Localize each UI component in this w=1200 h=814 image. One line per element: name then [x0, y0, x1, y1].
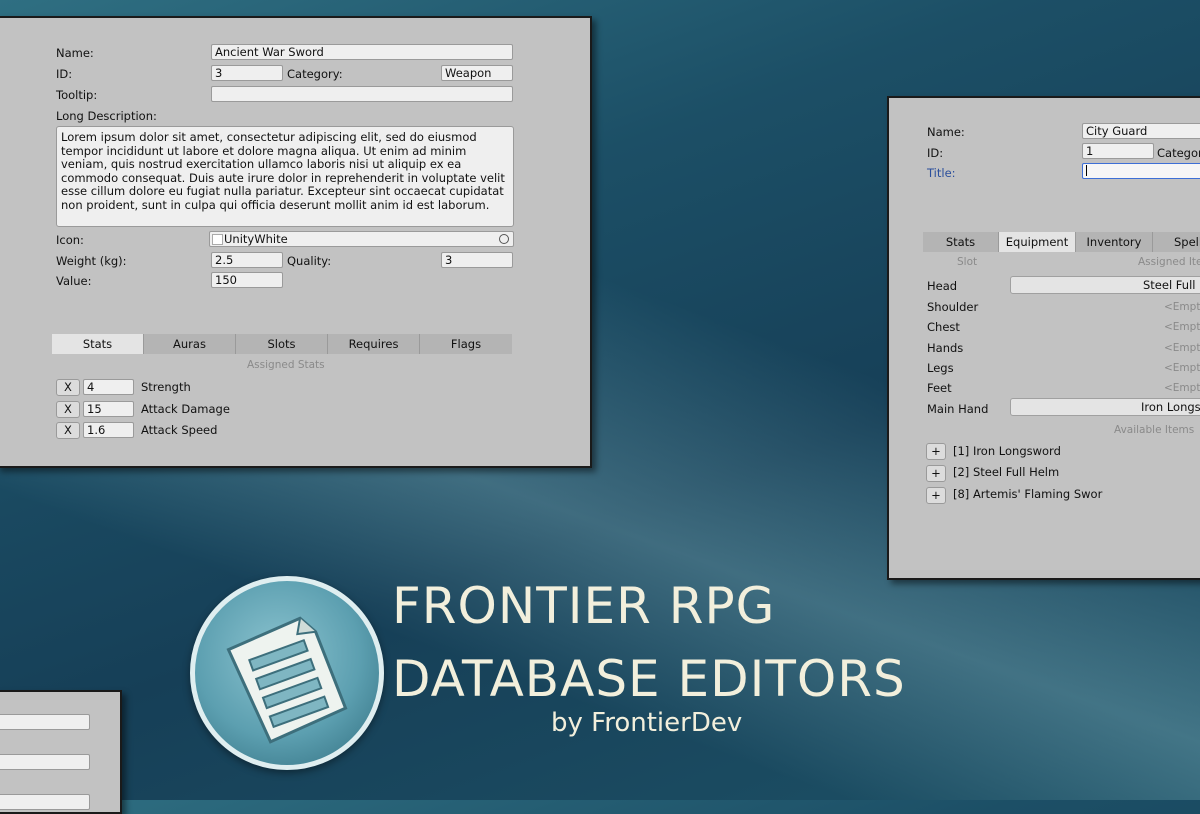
slot-header: Slot	[957, 256, 978, 268]
add-item-button[interactable]: +	[926, 487, 946, 504]
remove-stat-button[interactable]: X	[56, 422, 80, 439]
title-line-2: DATABASE EDITORS	[392, 650, 906, 708]
npc-tab-bar: Stats Equipment Inventory Spell	[923, 232, 1200, 252]
name-label: Name:	[56, 46, 94, 60]
tab-flags[interactable]: Flags	[420, 334, 512, 354]
empty-slot-value: <Empty	[1164, 382, 1200, 394]
assigned-stats-header: Assigned Stats	[247, 359, 325, 371]
add-item-button[interactable]: +	[926, 465, 946, 482]
npc-editor-panel: Name: City Guard ID: 1 Categor Title: St…	[887, 96, 1200, 580]
equipped-item-button[interactable]: Steel Full	[1010, 276, 1200, 294]
unity-logo-icon	[212, 234, 223, 245]
long-description-label: Long Description:	[56, 109, 157, 123]
available-item: [2] Steel Full Helm	[953, 465, 1060, 479]
stat-value-field[interactable]: 1.6	[83, 422, 134, 438]
stat-name: Attack Speed	[141, 423, 218, 437]
tooltip-label: Tooltip:	[56, 88, 98, 102]
equipped-item-button[interactable]: Iron Longs	[1010, 398, 1200, 416]
tab-equipment[interactable]: Equipment	[999, 232, 1076, 252]
tab-auras[interactable]: Auras	[144, 334, 236, 354]
slot-label: Head	[927, 279, 958, 293]
icon-object-field[interactable]: UnityWhite	[209, 231, 514, 247]
third-editor-panel	[0, 690, 122, 814]
npc-id-label: ID:	[927, 146, 944, 160]
slot-label: Chest	[927, 320, 960, 334]
logo-badge	[190, 576, 384, 770]
available-item: [1] Iron Longsword	[953, 444, 1061, 458]
empty-slot-value: <Empty	[1164, 362, 1200, 374]
empty-slot-value: <Empty	[1164, 301, 1200, 313]
id-field[interactable]: 3	[211, 65, 283, 81]
slot-label: Hands	[927, 341, 964, 355]
tab-inventory[interactable]: Inventory	[1076, 232, 1153, 252]
npc-name-label: Name:	[927, 125, 965, 139]
available-item: [8] Artemis' Flaming Swor	[953, 487, 1103, 501]
remove-stat-button[interactable]: X	[56, 401, 80, 418]
category-label: Category:	[287, 67, 343, 81]
slot-label: Main Hand	[927, 402, 989, 416]
long-description-field[interactable]: Lorem ipsum dolor sit amet, consectetur …	[56, 126, 514, 227]
name-field[interactable]: Ancient War Sword	[211, 44, 513, 60]
slot-label: Legs	[927, 361, 954, 375]
assigned-items-header: Assigned Ite	[1138, 256, 1200, 268]
empty-slot-value: <Empty	[1164, 342, 1200, 354]
stat-value-field[interactable]: 4	[83, 379, 134, 395]
text-cursor	[1086, 165, 1087, 176]
remove-stat-button[interactable]: X	[56, 379, 80, 396]
stat-name: Strength	[141, 380, 191, 394]
item-tab-bar: Stats Auras Slots Requires Flags	[52, 334, 512, 354]
tab-stats[interactable]: Stats	[923, 232, 999, 252]
tab-spells[interactable]: Spell	[1153, 232, 1200, 252]
icon-value: UnityWhite	[224, 232, 288, 246]
text-field[interactable]	[0, 794, 90, 810]
npc-title-field[interactable]	[1082, 163, 1200, 179]
stat-name: Attack Damage	[141, 402, 230, 416]
weight-label: Weight (kg):	[56, 254, 127, 268]
empty-slot-value: <Empty	[1164, 321, 1200, 333]
tooltip-field[interactable]	[211, 86, 513, 102]
title-line-1: FRONTIER RPG	[392, 577, 776, 635]
weight-field[interactable]: 2.5	[211, 252, 283, 268]
npc-id-field[interactable]: 1	[1082, 143, 1154, 159]
category-field[interactable]: Weapon	[441, 65, 513, 81]
tab-requires[interactable]: Requires	[328, 334, 420, 354]
byline: by FrontierDev	[551, 708, 743, 738]
quality-label: Quality:	[287, 254, 332, 268]
npc-title-label: Title:	[927, 166, 956, 180]
icon-label: Icon:	[56, 233, 84, 247]
add-item-button[interactable]: +	[926, 443, 946, 460]
id-label: ID:	[56, 67, 73, 81]
value-label: Value:	[56, 274, 92, 288]
value-field[interactable]: 150	[211, 272, 283, 288]
tab-stats[interactable]: Stats	[52, 334, 144, 354]
tab-slots[interactable]: Slots	[236, 334, 328, 354]
text-field[interactable]	[0, 754, 90, 770]
item-editor-panel: Name: Ancient War Sword ID: 3 Category: …	[0, 16, 592, 468]
npc-category-label: Categor	[1157, 146, 1200, 160]
stat-value-field[interactable]: 15	[83, 401, 134, 417]
npc-name-field[interactable]: City Guard	[1082, 123, 1200, 139]
slot-label: Shoulder	[927, 300, 979, 314]
object-picker-icon[interactable]	[499, 234, 509, 244]
available-items-header: Available Items	[1114, 424, 1195, 436]
quality-field[interactable]: 3	[441, 252, 513, 268]
text-field[interactable]	[0, 714, 90, 730]
slot-label: Feet	[927, 381, 952, 395]
document-icon	[226, 616, 348, 744]
